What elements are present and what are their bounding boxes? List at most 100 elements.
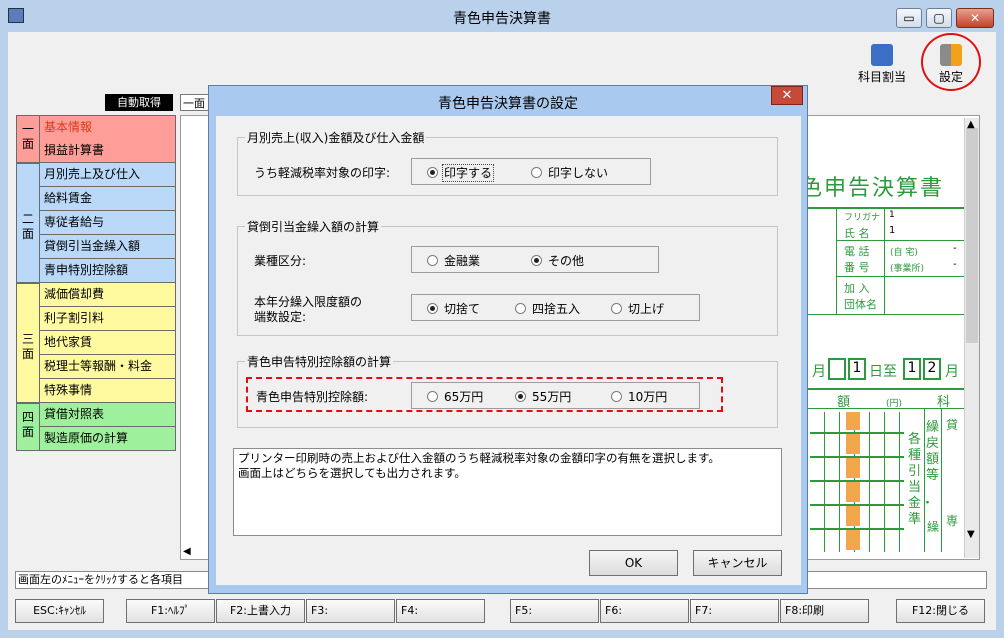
scroll-up-icon[interactable]: ▲: [967, 119, 975, 130]
doc-heading: 色申告決算書: [800, 176, 945, 201]
nav-item-manufacturing-cost[interactable]: 製造原価の計算: [40, 427, 176, 451]
f1-help-button[interactable]: F1:ﾍﾙﾌﾟ: [126, 599, 215, 623]
radio-print-yes-label: 印字する: [441, 164, 495, 182]
doc-rule-h2: [836, 276, 964, 277]
doc-rule: [808, 207, 964, 209]
close-button[interactable]: ✕: [956, 8, 994, 28]
doc-phone-home: (自 宅): [890, 248, 918, 258]
esc-cancel-button[interactable]: ESC:ｷｬﾝｾﾙ: [15, 599, 104, 623]
doc-month-val-1: 1: [903, 358, 921, 380]
group-special-deduction-title: 青色申告特別控除額の計算: [245, 353, 394, 370]
doc-assoc-2: 団体名: [844, 298, 877, 311]
nav-group-3: 三 面: [16, 283, 40, 403]
radio-print-no-label: 印字しない: [548, 166, 609, 180]
dialog-title: 青色申告決算書の設定: [438, 96, 578, 112]
f3-button[interactable]: F3:: [306, 599, 395, 623]
nav-item-special-deduction[interactable]: 青申特別控除額: [40, 259, 176, 283]
doc-month: 月: [812, 364, 826, 380]
radio-print-yes[interactable]: 印字する: [427, 164, 495, 182]
radio-65man-label: 65万円: [444, 390, 484, 404]
settings-highlight-circle: [921, 33, 981, 91]
doc-name-val: 1: [889, 225, 896, 236]
nav-group-2: 二 面: [16, 163, 40, 283]
doc-v-rule: [924, 408, 925, 552]
radio-selected-icon: [427, 303, 438, 314]
nav-group-4: 四 面: [16, 403, 40, 451]
f6-button[interactable]: F6:: [600, 599, 689, 623]
cancel-button[interactable]: キャンセル: [693, 550, 782, 576]
radio-unselected-icon: [427, 391, 438, 402]
nav-item-salary[interactable]: 給料賃金: [40, 187, 176, 211]
radio-other[interactable]: その他: [531, 252, 584, 269]
radio-unselected-icon: [611, 391, 622, 402]
f12-close-button[interactable]: F12:閉じる: [896, 599, 985, 623]
dialog-close-button[interactable]: ✕: [771, 86, 803, 105]
doc-box-1: [828, 358, 846, 380]
scrollbar-thumb[interactable]: [966, 128, 978, 343]
nav-item-depreciation[interactable]: 減価償却費: [40, 283, 176, 307]
doc-furigana-val: 1: [889, 210, 895, 220]
f5-button[interactable]: F5:: [510, 599, 599, 623]
radio-unselected-icon: [611, 303, 622, 314]
f2-overwrite-button[interactable]: F2:上書入力: [216, 599, 305, 623]
radio-55man[interactable]: 55万円: [515, 388, 571, 405]
nav-item-interest[interactable]: 利子割引料: [40, 307, 176, 331]
maximize-button[interactable]: ▢: [926, 8, 952, 28]
radio-truncate[interactable]: 切捨て: [427, 300, 480, 317]
radio-selected-icon: [427, 167, 438, 178]
account-assign-icon: [871, 44, 893, 66]
f7-button[interactable]: F7:: [690, 599, 779, 623]
nav-item-balance-sheet[interactable]: 貸借対照表: [40, 403, 176, 427]
doc-dash-2: -: [953, 259, 957, 270]
nav-item-income-statement[interactable]: 損益計算書: [40, 139, 176, 163]
radio-truncate-label: 切捨て: [444, 302, 481, 316]
tab-page1[interactable]: 一面: [180, 94, 210, 111]
nav-item-special-matters[interactable]: 特殊事情: [40, 379, 176, 403]
radio-print-no[interactable]: 印字しない: [531, 164, 608, 181]
minimize-button[interactable]: ▭: [896, 8, 922, 28]
ok-button[interactable]: OK: [589, 550, 678, 576]
nav-item-bad-debt[interactable]: 貸倒引当金繰入額: [40, 235, 176, 259]
radio-unselected-icon: [427, 255, 438, 266]
doc-day-val: 1: [848, 358, 866, 380]
nav-item-tax-accountant-fee[interactable]: 税理士等報酬・料金: [40, 355, 176, 379]
doc-vertical-1: 各種引当金・準: [908, 432, 935, 527]
f4-button[interactable]: F4:: [396, 599, 485, 623]
radio-selected-icon: [531, 255, 542, 266]
nav-item-monthly-sales[interactable]: 月別売上及び仕入: [40, 163, 176, 187]
doc-phone-1: 電 話: [844, 245, 870, 258]
radio-roundup[interactable]: 切上げ: [611, 300, 664, 317]
f8-print-button[interactable]: F8:印刷: [780, 599, 869, 623]
doc-day-to: 日至: [869, 364, 897, 380]
radio-round[interactable]: 四捨五入: [515, 300, 580, 317]
doc-assoc-1: 加 入: [844, 282, 870, 295]
doc-v-rule-2: [941, 408, 942, 552]
doc-phone-office: (事業所): [890, 264, 925, 274]
scroll-left-icon[interactable]: ◀: [183, 546, 191, 557]
doc-rule-v: [836, 207, 837, 315]
radio-10man-label: 10万円: [628, 390, 668, 404]
group-bad-debt-title: 貸倒引当金繰入額の計算: [245, 218, 382, 235]
nav-group-1: 一 面: [16, 115, 40, 163]
doc-vertical-3: 貸: [946, 418, 959, 432]
nav-item-rent[interactable]: 地代家賃: [40, 331, 176, 355]
radio-55man-label: 55万円: [532, 390, 572, 404]
radio-10man[interactable]: 10万円: [611, 388, 667, 405]
nav-item-basic-info[interactable]: 基本情報: [40, 115, 176, 140]
reduced-tax-print-label: うち軽減税率対象の印字:: [254, 166, 391, 180]
rounding-label-2: 端数設定:: [254, 310, 307, 324]
radio-other-label: その他: [548, 254, 585, 268]
doc-amount-highlight: [846, 412, 860, 552]
special-deduction-label: 青色申告特別控除額:: [256, 390, 369, 404]
doc-vertical-4: 専: [946, 514, 959, 528]
account-assign-label: 科目割当: [857, 70, 906, 84]
scroll-down-icon[interactable]: ▼: [967, 529, 975, 540]
doc-dash-1: -: [953, 243, 957, 254]
account-assign-button[interactable]: 科目割当: [852, 44, 912, 85]
auto-fetch-button[interactable]: 自動取得: [105, 94, 173, 111]
doc-rule-h: [836, 240, 964, 241]
radio-finance[interactable]: 金融業: [427, 252, 480, 269]
radio-finance-label: 金融業: [444, 254, 481, 268]
radio-65man[interactable]: 65万円: [427, 388, 483, 405]
nav-item-family-salary[interactable]: 専従者給与: [40, 211, 176, 235]
